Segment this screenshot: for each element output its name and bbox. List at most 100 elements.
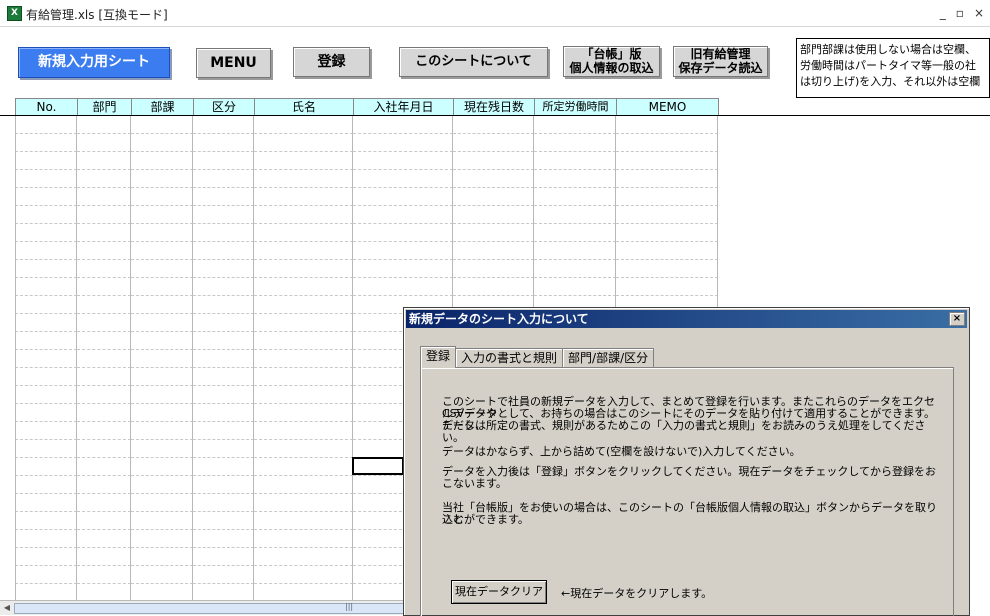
- table-cell[interactable]: [77, 170, 131, 188]
- table-row[interactable]: [15, 152, 718, 170]
- table-cell[interactable]: [254, 350, 353, 368]
- table-cell[interactable]: [15, 458, 77, 476]
- table-cell[interactable]: [193, 206, 254, 224]
- table-cell[interactable]: [77, 332, 131, 350]
- table-cell[interactable]: [15, 566, 77, 584]
- table-cell[interactable]: [15, 512, 77, 530]
- table-cell[interactable]: [77, 260, 131, 278]
- table-cell[interactable]: [77, 242, 131, 260]
- table-cell[interactable]: [15, 476, 77, 494]
- table-cell[interactable]: [534, 116, 616, 134]
- table-cell[interactable]: [254, 530, 353, 548]
- table-cell[interactable]: [353, 278, 453, 296]
- table-cell[interactable]: [534, 188, 616, 206]
- table-cell[interactable]: [193, 260, 254, 278]
- table-cell[interactable]: [77, 314, 131, 332]
- tab-input-format[interactable]: 入力の書式と規則: [455, 348, 564, 367]
- table-cell[interactable]: [254, 458, 353, 476]
- table-cell[interactable]: [353, 134, 453, 152]
- table-cell[interactable]: [616, 188, 718, 206]
- table-cell[interactable]: [77, 476, 131, 494]
- table-cell[interactable]: [131, 206, 193, 224]
- table-cell[interactable]: [131, 152, 193, 170]
- table-cell[interactable]: [254, 386, 353, 404]
- restore-button[interactable]: ▫: [956, 6, 964, 20]
- table-cell[interactable]: [77, 116, 131, 134]
- table-cell[interactable]: [453, 152, 534, 170]
- table-cell[interactable]: [15, 350, 77, 368]
- table-cell[interactable]: [15, 296, 77, 314]
- tab-register[interactable]: 登録: [420, 346, 457, 368]
- table-cell[interactable]: [131, 170, 193, 188]
- table-cell[interactable]: [131, 566, 193, 584]
- table-cell[interactable]: [15, 548, 77, 566]
- close-button[interactable]: ×: [974, 6, 984, 20]
- table-cell[interactable]: [77, 224, 131, 242]
- table-cell[interactable]: [77, 350, 131, 368]
- table-cell[interactable]: [131, 440, 193, 458]
- old-data-load-button[interactable]: 旧有給管理 保存データ読込: [673, 46, 768, 77]
- table-cell[interactable]: [254, 296, 353, 314]
- table-cell[interactable]: [254, 206, 353, 224]
- table-cell[interactable]: [254, 152, 353, 170]
- table-cell[interactable]: [15, 224, 77, 242]
- table-cell[interactable]: [453, 224, 534, 242]
- new-sheet-button[interactable]: 新規入力用シート: [18, 47, 170, 78]
- horizontal-scrollbar[interactable]: ◀ |||: [0, 600, 690, 615]
- table-cell[interactable]: [254, 368, 353, 386]
- table-cell[interactable]: [193, 566, 254, 584]
- table-cell[interactable]: [254, 440, 353, 458]
- table-cell[interactable]: [131, 260, 193, 278]
- table-cell[interactable]: [15, 206, 77, 224]
- ledger-import-button[interactable]: 「台帳」版 個人情報の取込: [563, 46, 660, 77]
- table-cell[interactable]: [193, 476, 254, 494]
- table-cell[interactable]: [193, 350, 254, 368]
- table-cell[interactable]: [77, 512, 131, 530]
- table-cell[interactable]: [15, 314, 77, 332]
- table-cell[interactable]: [193, 152, 254, 170]
- table-cell[interactable]: [353, 206, 453, 224]
- table-cell[interactable]: [254, 422, 353, 440]
- table-cell[interactable]: [254, 494, 353, 512]
- table-cell[interactable]: [534, 260, 616, 278]
- table-cell[interactable]: [193, 404, 254, 422]
- table-cell[interactable]: [193, 422, 254, 440]
- table-cell[interactable]: [131, 458, 193, 476]
- table-cell[interactable]: [254, 242, 353, 260]
- table-cell[interactable]: [254, 188, 353, 206]
- table-cell[interactable]: [254, 260, 353, 278]
- table-cell[interactable]: [77, 386, 131, 404]
- table-cell[interactable]: [193, 458, 254, 476]
- table-cell[interactable]: [254, 512, 353, 530]
- table-cell[interactable]: [131, 242, 193, 260]
- table-cell[interactable]: [15, 134, 77, 152]
- table-cell[interactable]: [254, 332, 353, 350]
- table-cell[interactable]: [254, 314, 353, 332]
- table-cell[interactable]: [15, 152, 77, 170]
- table-cell[interactable]: [254, 476, 353, 494]
- table-cell[interactable]: [534, 170, 616, 188]
- table-cell[interactable]: [193, 170, 254, 188]
- table-cell[interactable]: [193, 332, 254, 350]
- table-cell[interactable]: [254, 548, 353, 566]
- table-row[interactable]: [15, 188, 718, 206]
- table-cell[interactable]: [131, 386, 193, 404]
- table-cell[interactable]: [131, 278, 193, 296]
- table-row[interactable]: [15, 224, 718, 242]
- tab-department[interactable]: 部門/部課/区分: [562, 348, 655, 367]
- table-cell[interactable]: [77, 530, 131, 548]
- table-cell[interactable]: [453, 116, 534, 134]
- table-cell[interactable]: [616, 116, 718, 134]
- table-cell[interactable]: [254, 404, 353, 422]
- table-cell[interactable]: [131, 314, 193, 332]
- table-cell[interactable]: [131, 350, 193, 368]
- table-cell[interactable]: [15, 116, 77, 134]
- table-cell[interactable]: [453, 260, 534, 278]
- table-cell[interactable]: [77, 566, 131, 584]
- table-cell[interactable]: [131, 494, 193, 512]
- table-cell[interactable]: [254, 116, 353, 134]
- table-cell[interactable]: [77, 422, 131, 440]
- table-cell[interactable]: [131, 224, 193, 242]
- table-cell[interactable]: [15, 494, 77, 512]
- table-cell[interactable]: [131, 530, 193, 548]
